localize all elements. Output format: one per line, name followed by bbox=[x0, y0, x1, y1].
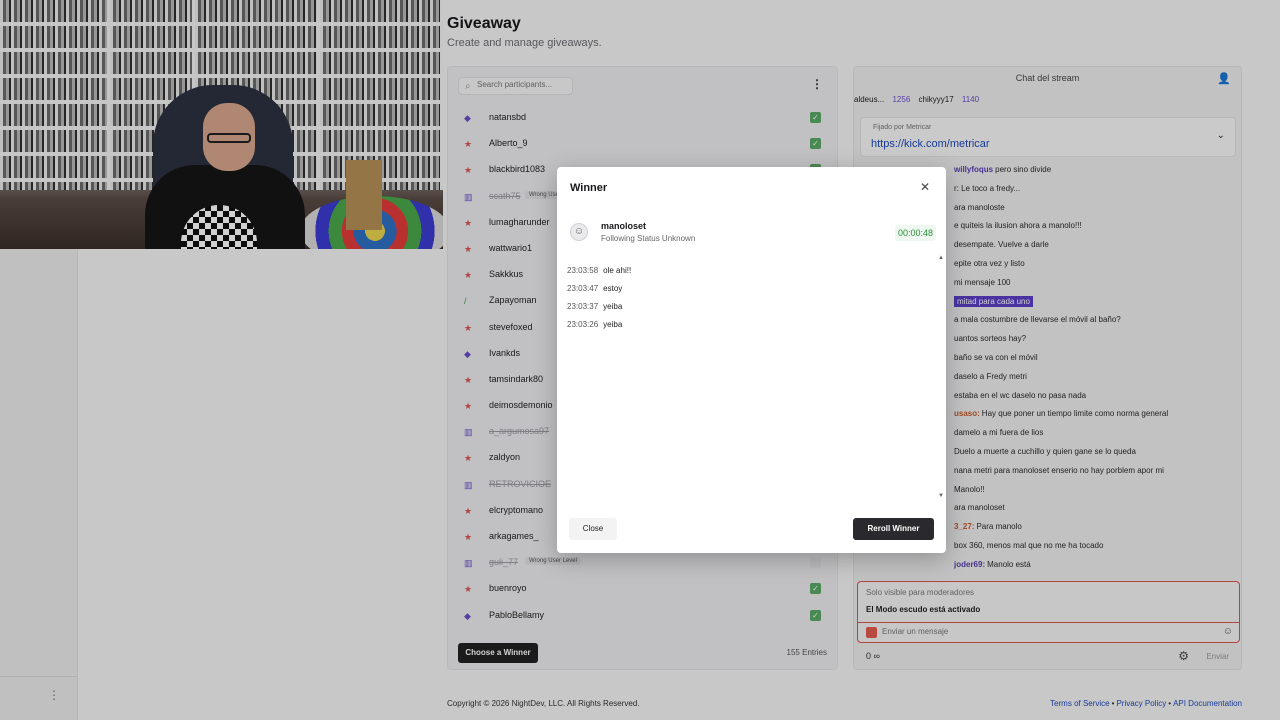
log-message: estoy bbox=[603, 284, 623, 293]
timestamp: 23:03:47 bbox=[567, 284, 599, 293]
winner-timer: 00:00:48 bbox=[894, 225, 936, 241]
timestamp: 23:03:26 bbox=[567, 320, 599, 329]
timestamp: 23:03:58 bbox=[567, 266, 599, 275]
winner-log-row: 23:03:37 yeiba bbox=[567, 300, 937, 318]
winner-modal: Winner ✕ ☺ manoloset Following Status Un… bbox=[557, 167, 946, 553]
log-message: yeiba bbox=[603, 320, 623, 329]
reroll-winner-button[interactable]: Reroll Winner bbox=[853, 518, 934, 540]
winner-name: manoloset bbox=[601, 221, 647, 231]
log-message: yeiba bbox=[603, 302, 623, 311]
avatar: ☺ bbox=[570, 223, 588, 241]
winner-log-row: 23:03:26 yeiba bbox=[567, 318, 937, 336]
modal-title: Winner bbox=[570, 182, 608, 194]
winner-follow-status: Following Status Unknown bbox=[601, 234, 696, 243]
timestamp: 23:03:37 bbox=[567, 302, 599, 311]
close-icon[interactable]: ✕ bbox=[920, 180, 930, 194]
close-button[interactable]: Close bbox=[569, 518, 617, 540]
scroll-up-icon[interactable]: ▲ bbox=[938, 255, 944, 261]
log-message: ole ahi!! bbox=[603, 266, 632, 275]
winner-chat-log: 23:03:58 ole ahi!! 23:03:47 estoy 23:03:37 ye… bbox=[567, 264, 937, 336]
winner-log-row: 23:03:47 estoy bbox=[567, 282, 937, 300]
scroll-down-icon[interactable]: ▼ bbox=[938, 493, 944, 499]
winner-log-row: 23:03:58 ole ahi!! bbox=[567, 264, 937, 282]
